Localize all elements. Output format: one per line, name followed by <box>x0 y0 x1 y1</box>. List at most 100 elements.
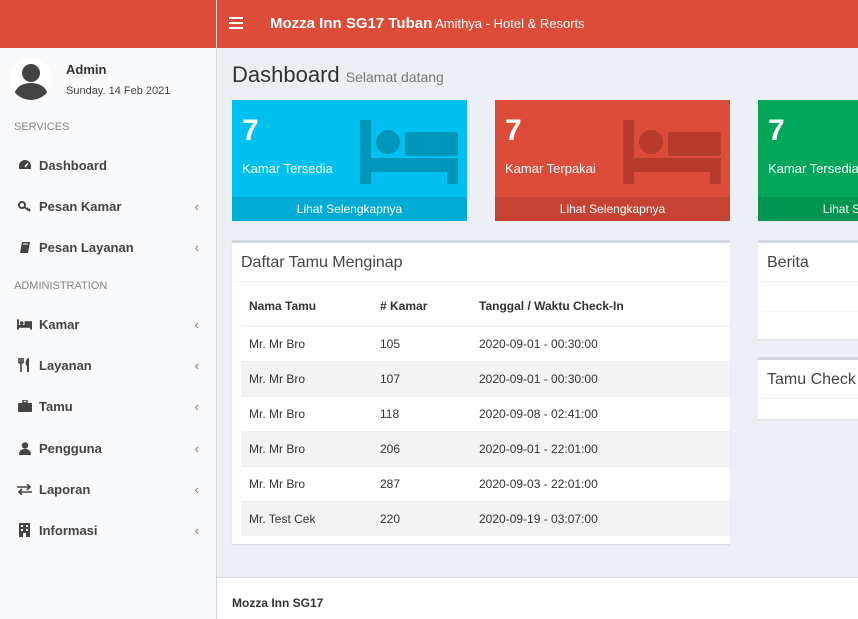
sidebar: Admin Sunday. 14 Feb 2021 SERVICES Dashb… <box>0 0 217 619</box>
table-row: Mr. Test Cek 220 2020-09-19 - 03:07:00 <box>241 500 730 536</box>
table-cell: 287 <box>372 465 471 501</box>
dashboard-icon <box>17 158 32 172</box>
chevron-left-icon: ‹ <box>194 482 199 497</box>
table-row: Mr. Mr Bro 105 2020-09-01 - 00:30:00 <box>241 325 730 361</box>
top-navbar: Mozza Inn SG17 Tuban Amithya - Hotel & R… <box>217 0 858 48</box>
user-panel: Admin Sunday. 14 Feb 2021 <box>0 56 217 106</box>
table-cell: 2020-09-01 - 00:30:00 <box>471 325 730 361</box>
sidebar-item-laporan[interactable]: Laporan ‹ <box>0 469 216 509</box>
more-info-link[interactable]: Lihat Selengkapnya <box>495 197 730 221</box>
stat-box-kamar-tersedia: 7 Kamar Tersedia Lihat Selengkapnya <box>232 100 467 221</box>
sidebar-item-pesan-layanan[interactable]: Pesan Layanan ‹ <box>0 227 216 267</box>
section-header-services: SERVICES <box>14 121 70 133</box>
briefcase-icon <box>17 399 32 413</box>
table-cell: Mr. Mr Bro <box>241 465 372 501</box>
sidebar-item-label: Dashboard <box>39 157 107 173</box>
sidebar-item-label: Pengguna <box>39 440 102 456</box>
table-cell: 2020-09-03 - 22:01:00 <box>471 465 730 501</box>
box-title: Daftar Tamu Menginap <box>241 254 403 271</box>
column-header: Nama Tamu <box>241 299 372 327</box>
user-date: Sunday. 14 Feb 2021 <box>66 85 171 97</box>
table-row: Mr. Mr Bro 107 2020-09-01 - 00:30:00 <box>241 360 730 396</box>
chevron-left-icon: ‹ <box>194 358 199 373</box>
table-cell: Mr. Mr Bro <box>241 325 372 361</box>
chevron-left-icon: ‹ <box>194 317 199 332</box>
sidebar-item-layanan[interactable]: Layanan ‹ <box>0 345 216 385</box>
stat-label: Kamar Terpakai <box>505 161 596 176</box>
news-box: Berita <box>758 240 858 339</box>
brand-subtitle: Amithya - Hotel & Resorts <box>435 16 585 31</box>
sidebar-item-label: Pesan Kamar <box>39 198 122 214</box>
sidebar-logo-area <box>0 0 216 48</box>
sidebar-item-label: Pesan Layanan <box>39 239 134 255</box>
box-title: Tamu Check <box>767 371 856 388</box>
cutlery-icon <box>17 358 32 372</box>
chevron-left-icon: ‹ <box>194 523 199 538</box>
stat-box-kamar-terpakai: 7 Kamar Terpakai Lihat Selengkapnya <box>495 100 730 221</box>
guest-table: Nama Tamu # Kamar Tanggal / Waktu Check-… <box>241 299 730 536</box>
table-cell: 2020-09-08 - 02:41:00 <box>471 395 730 431</box>
stat-label: Kamar Tersedia <box>242 161 333 176</box>
stat-label: Kamar Tersedia <box>768 161 858 176</box>
sidebar-item-label: Informasi <box>39 522 98 538</box>
more-info-link[interactable]: Lihat Selengkapnya <box>232 197 467 221</box>
sidebar-item-kamar[interactable]: Kamar ‹ <box>0 304 216 344</box>
sidebar-item-informasi[interactable]: Informasi ‹ <box>0 510 216 550</box>
key-icon <box>17 199 32 213</box>
stat-value: 7 <box>242 114 259 147</box>
bed-icon <box>360 120 458 184</box>
box-title: Berita <box>767 254 809 271</box>
brand-title: Mozza Inn SG17 Tuban Amithya - Hotel & R… <box>270 15 585 32</box>
column-header: # Kamar <box>372 299 471 327</box>
stat-box-kamar-tersedia-2: 7 Kamar Tersedia Lihat Selengkapnya <box>758 100 858 221</box>
brand-name: Mozza Inn SG17 Tuban <box>270 15 433 32</box>
table-cell: 2020-09-01 - 22:01:00 <box>471 430 730 466</box>
table-row: Mr. Mr Bro 206 2020-09-01 - 22:01:00 <box>241 430 730 466</box>
main-footer: Mozza Inn SG17 <box>217 577 858 619</box>
bed-icon <box>17 317 32 331</box>
sidebar-item-label: Layanan <box>39 357 92 373</box>
table-cell: 220 <box>372 500 471 536</box>
table-cell: Mr. Mr Bro <box>241 430 372 466</box>
table-header-row: Nama Tamu # Kamar Tanggal / Waktu Check-… <box>241 299 730 327</box>
table-row: Mr. Mr Bro 118 2020-09-08 - 02:41:00 <box>241 395 730 431</box>
table-cell: Mr. Test Cek <box>241 500 372 536</box>
sidebar-item-pengguna[interactable]: Pengguna ‹ <box>0 428 216 468</box>
table-cell: 107 <box>372 360 471 396</box>
sidebar-item-label: Kamar <box>39 316 80 332</box>
table-cell: 118 <box>372 395 471 431</box>
sidebar-item-pesan-kamar[interactable]: Pesan Kamar ‹ <box>0 186 216 226</box>
table-cell: Mr. Mr Bro <box>241 360 372 396</box>
guest-list-box: Daftar Tamu Menginap Nama Tamu # Kamar T… <box>232 240 730 544</box>
chevron-left-icon: ‹ <box>194 199 199 214</box>
more-info-link[interactable]: Lihat Selengkapnya <box>758 197 858 221</box>
table-cell: 2020-09-19 - 03:07:00 <box>471 500 730 536</box>
section-header-administration: ADMINISTRATION <box>14 280 108 292</box>
book-icon <box>17 240 32 254</box>
page-subtitle: Selamat datang <box>345 69 444 85</box>
table-cell: 2020-09-01 - 00:30:00 <box>471 360 730 396</box>
table-cell: 105 <box>372 325 471 361</box>
building-icon <box>17 523 32 537</box>
sidebar-item-label: Tamu <box>39 398 73 414</box>
sidebar-item-tamu[interactable]: Tamu ‹ <box>0 386 216 426</box>
user-name: Admin <box>66 62 107 77</box>
stat-value: 7 <box>768 114 785 147</box>
exchange-icon <box>17 482 32 496</box>
table-cell: 206 <box>372 430 471 466</box>
chevron-left-icon: ‹ <box>194 399 199 414</box>
column-header: Tanggal / Waktu Check-In <box>471 299 730 327</box>
hamburger-menu-icon[interactable] <box>229 17 243 29</box>
table-row: Mr. Mr Bro 287 2020-09-03 - 22:01:00 <box>241 465 730 501</box>
guest-checkout-box: Tamu Check <box>758 357 858 419</box>
footer-text: Mozza Inn SG17 <box>232 596 324 610</box>
page-title: Dashboard Selamat datang <box>232 62 444 88</box>
chevron-left-icon: ‹ <box>194 240 199 255</box>
table-cell: Mr. Mr Bro <box>241 395 372 431</box>
chevron-left-icon: ‹ <box>194 441 199 456</box>
sidebar-item-label: Laporan <box>39 481 91 497</box>
stat-value: 7 <box>505 114 522 147</box>
sidebar-item-dashboard[interactable]: Dashboard <box>0 145 216 185</box>
avatar <box>10 58 52 100</box>
user-icon <box>17 441 32 455</box>
